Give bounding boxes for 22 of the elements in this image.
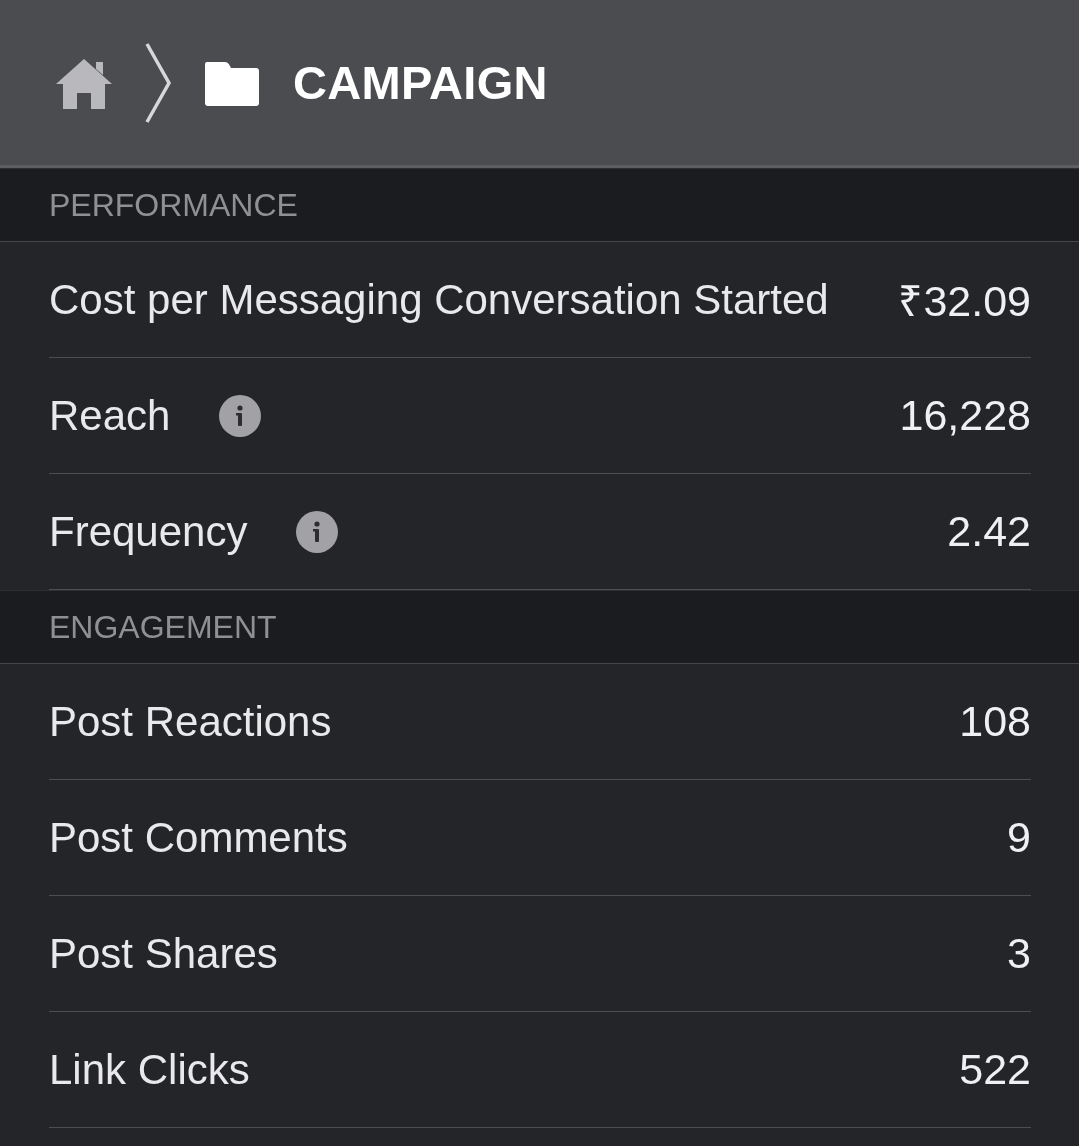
metric-value: ₹32.09	[898, 276, 1031, 327]
home-icon[interactable]	[56, 58, 112, 109]
metric-value: 108	[959, 697, 1031, 746]
metric-label: Post Reactions	[49, 697, 332, 746]
metric-label: Frequency	[49, 507, 248, 556]
page-title: CAMPAIGN	[293, 55, 548, 110]
metric-value: 9	[1007, 813, 1031, 862]
metric-label: Post Shares	[49, 929, 278, 978]
section-heading: PERFORMANCE	[49, 186, 298, 224]
metric-label: Link Clicks	[49, 1045, 250, 1094]
metric-value: 16,228	[899, 391, 1031, 440]
metric-label: Cost per Messaging Conversation Started	[49, 275, 829, 324]
section-heading: ENGAGEMENT	[49, 608, 277, 646]
info-icon[interactable]	[296, 510, 339, 553]
metric-value: 3	[1007, 929, 1031, 978]
metric-value: 522	[959, 1045, 1031, 1094]
metric-label: Post Comments	[49, 813, 348, 862]
folder-icon	[205, 61, 259, 106]
chevron-icon	[145, 42, 171, 123]
metric-label: Reach	[49, 391, 171, 440]
metric-value: 2.42	[947, 507, 1031, 556]
info-icon[interactable]	[219, 394, 262, 437]
